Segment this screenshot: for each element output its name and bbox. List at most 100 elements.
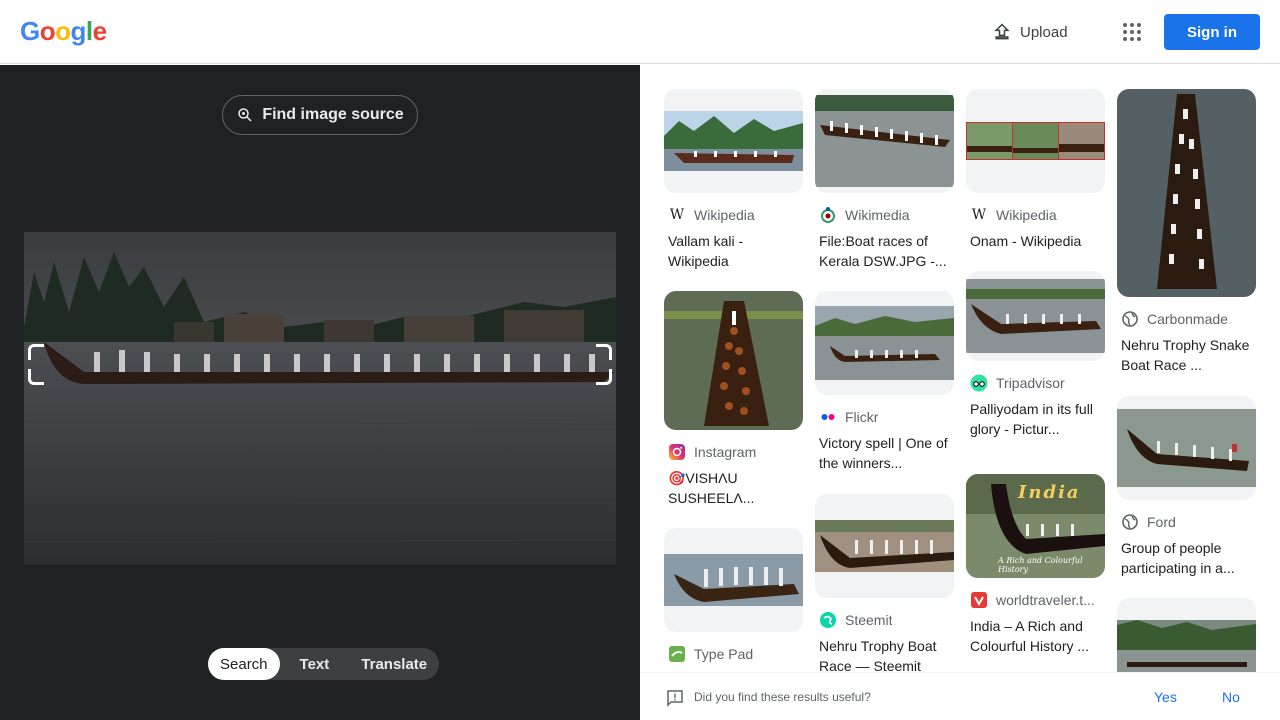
result-title[interactable]: Nehru Trophy Boat Race — Steemit [815, 636, 954, 672]
instagram-icon [668, 443, 686, 461]
mode-translate-button[interactable]: Translate [349, 648, 439, 680]
boat-thumbnail [1117, 620, 1256, 672]
result-card[interactable]: Carbonmade Nehru Trophy Snake Boat Race … [1117, 89, 1256, 375]
snake-boat-photo [24, 232, 616, 565]
source-name: Carbonmade [1147, 311, 1228, 327]
query-image-panel: Find image source Search Text Translate [0, 65, 640, 720]
result-thumbnail[interactable] [664, 89, 803, 193]
logo-letter: l [85, 16, 93, 46]
logo-letter: g [70, 16, 87, 46]
mode-switcher: Search Text Translate [208, 648, 440, 680]
result-source[interactable]: Carbonmade [1117, 309, 1256, 329]
boat-thumbnail [815, 306, 954, 380]
crop-handle-top-left[interactable] [28, 344, 44, 360]
feedback-no-button[interactable]: No [1222, 689, 1240, 705]
result-thumbnail[interactable] [815, 494, 954, 598]
boat-thumbnail [1117, 409, 1256, 487]
steemit-icon [819, 611, 837, 629]
logo-letter: e [92, 16, 107, 46]
boat-thumbnail [815, 520, 954, 572]
result-source[interactable]: worldtraveler.t... [966, 590, 1105, 610]
crop-handle-bottom-right[interactable] [596, 369, 612, 385]
result-source[interactable]: Wikimedia [815, 205, 954, 225]
result-source[interactable]: W Wikipedia [966, 205, 1105, 225]
result-title[interactable]: File:Boat races of Kerala DSW.JPG -... [815, 231, 954, 271]
crop-handle-top-right[interactable] [596, 344, 612, 360]
google-logo[interactable]: Google [20, 16, 107, 47]
result-thumbnail[interactable] [815, 89, 954, 193]
result-thumbnail[interactable]: India A Rich and Colourful History [966, 474, 1105, 578]
boat-thumbnail [966, 279, 1105, 353]
boat-thumbnail [664, 111, 803, 171]
result-card[interactable]: W Wikipedia Onam - Wikipedia [966, 89, 1105, 251]
globe-icon [1121, 513, 1139, 531]
result-source[interactable]: W Wikipedia [664, 205, 803, 225]
upload-icon [994, 23, 1010, 40]
query-image[interactable] [24, 232, 616, 565]
result-card[interactable]: Tripadvisor Palliyodam in its full glory… [966, 271, 1105, 439]
result-title[interactable]: Onam - Wikipedia [966, 231, 1105, 251]
upload-label: Upload [1020, 23, 1068, 41]
apps-grid-icon[interactable] [1120, 20, 1144, 44]
flickr-icon [819, 408, 837, 426]
result-source[interactable]: Type Pad [664, 644, 803, 664]
source-name: Ford [1147, 514, 1176, 530]
logo-letter: G [20, 16, 40, 46]
result-card[interactable]: W Wikipedia Vallam kali - Wikipedia [664, 89, 803, 271]
worldtraveler-icon [970, 591, 988, 609]
typepad-icon [668, 645, 686, 663]
logo-letter: o [39, 16, 56, 46]
result-title[interactable]: India – A Rich and Colourful History ... [966, 616, 1105, 656]
result-title[interactable]: 🎯VISHɅU SUSHEELɅ... [664, 468, 803, 508]
result-title[interactable]: Group of people participating in a... [1117, 538, 1256, 578]
result-card[interactable]: Ford Group of people participating in a.… [1117, 396, 1256, 578]
wikipedia-icon: W [971, 207, 987, 223]
result-source[interactable]: Ford [1117, 512, 1256, 532]
find-image-source-label: Find image source [262, 106, 404, 123]
result-card[interactable]: Instagram 🎯VISHɅU SUSHEELɅ... [664, 291, 803, 508]
result-title[interactable]: Nehru Trophy Snake Boat Race ... [1117, 335, 1256, 375]
result-thumbnail[interactable] [1117, 396, 1256, 500]
result-source[interactable]: Tripadvisor [966, 373, 1105, 393]
result-source[interactable]: Flickr [815, 407, 954, 427]
result-thumbnail[interactable] [966, 89, 1105, 193]
thumbnail-overlay-caption: A Rich and Colourful History [998, 556, 1083, 574]
boat-thumbnail [815, 95, 954, 187]
upload-button[interactable]: Upload [992, 20, 1068, 44]
result-thumbnail[interactable] [664, 291, 803, 430]
boat-collage-thumbnail [966, 122, 1105, 160]
find-image-source-button[interactable]: Find image source [222, 95, 418, 135]
crop-handle-bottom-left[interactable] [28, 369, 44, 385]
wikipedia-icon: W [669, 207, 685, 223]
result-title[interactable]: Palliyodam in its full glory - Pictur... [966, 399, 1105, 439]
result-source[interactable]: Instagram [664, 442, 803, 462]
result-thumbnail[interactable] [1117, 598, 1256, 672]
source-name: Wikipedia [694, 207, 755, 223]
feedback-yes-button[interactable]: Yes [1154, 689, 1177, 705]
result-source[interactable]: Steemit [815, 610, 954, 630]
source-name: Wikipedia [996, 207, 1057, 223]
source-name: Steemit [845, 612, 893, 628]
result-card[interactable]: Flickr Victory spell | One of the winner… [815, 291, 954, 473]
source-name: worldtraveler.t... [996, 592, 1095, 608]
result-thumbnail[interactable] [966, 271, 1105, 361]
result-thumbnail[interactable] [664, 528, 803, 632]
boat-thumbnail [664, 554, 803, 606]
result-title[interactable]: Victory spell | One of the winners... [815, 433, 954, 473]
boat-thumbnail [664, 291, 803, 430]
result-card[interactable] [1117, 598, 1256, 672]
result-card[interactable]: India A Rich and Colourful History world… [966, 474, 1105, 656]
result-card[interactable]: Wikimedia File:Boat races of Kerala DSW.… [815, 89, 954, 271]
source-name: Tripadvisor [996, 375, 1065, 391]
result-thumbnail[interactable] [1117, 89, 1256, 297]
globe-icon [1121, 310, 1139, 328]
result-card[interactable]: Steemit Nehru Trophy Boat Race — Steemit [815, 494, 954, 672]
feedback-bar: Did you find these results useful? Yes N… [640, 672, 1280, 720]
mode-search-button[interactable]: Search [208, 648, 280, 680]
feedback-icon [667, 690, 683, 707]
sign-in-button[interactable]: Sign in [1164, 14, 1260, 50]
result-card[interactable]: Type Pad [664, 528, 803, 664]
result-title[interactable]: Vallam kali - Wikipedia [664, 231, 803, 271]
result-thumbnail[interactable] [815, 291, 954, 395]
mode-text-button[interactable]: Text [280, 648, 350, 680]
